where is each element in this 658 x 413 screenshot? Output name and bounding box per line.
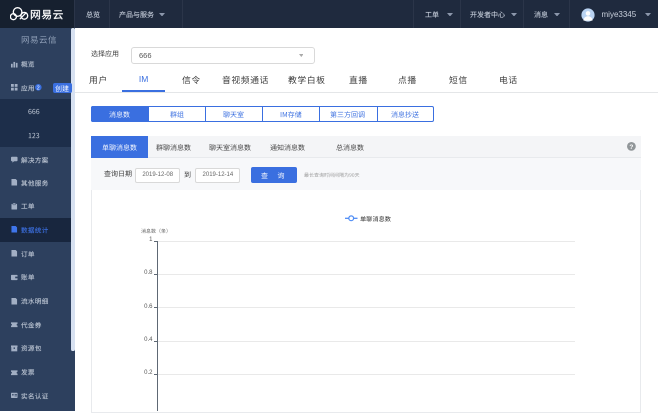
svg-text:2: 2 — [37, 86, 40, 92]
svg-text:?: ? — [630, 144, 634, 151]
